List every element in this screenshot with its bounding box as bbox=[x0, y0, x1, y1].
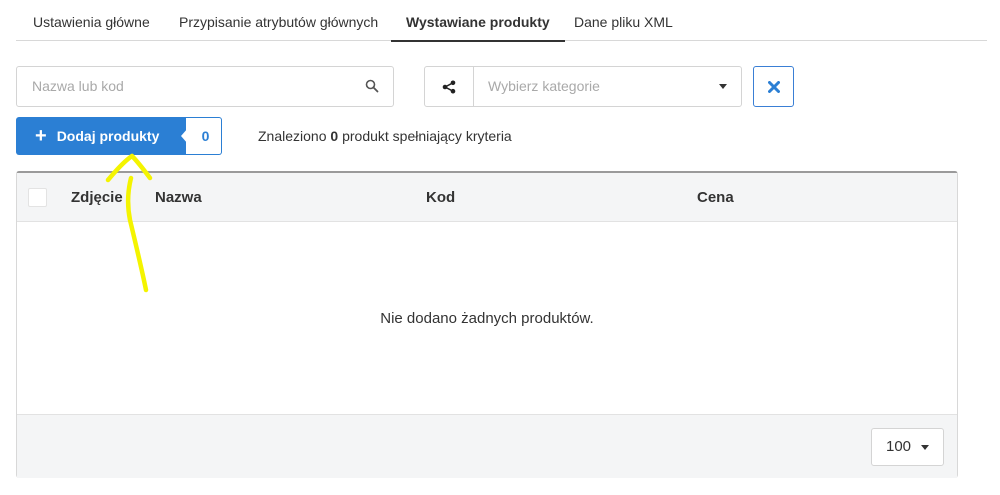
table-footer: 100 bbox=[17, 414, 957, 478]
category-select[interactable]: Wybierz kategorie bbox=[424, 66, 742, 107]
table-header: Zdjęcie Nazwa Kod Cena bbox=[17, 173, 957, 222]
search-icon[interactable] bbox=[365, 79, 379, 93]
results-prefix: Znaleziono bbox=[258, 128, 327, 144]
tab-main-settings[interactable]: Ustawienia główne bbox=[33, 0, 150, 41]
results-suffix: produkt spełniający kryteria bbox=[342, 128, 512, 144]
column-header-name[interactable]: Nazwa bbox=[155, 173, 202, 222]
category-tree-button[interactable] bbox=[425, 67, 474, 106]
products-table: Zdjęcie Nazwa Kod Cena Nie dodano żadnyc… bbox=[16, 171, 958, 478]
plus-icon: + bbox=[35, 125, 47, 147]
chevron-down-icon bbox=[719, 84, 727, 89]
column-header-photo[interactable]: Zdjęcie bbox=[71, 173, 123, 222]
clear-filters-button[interactable] bbox=[753, 66, 794, 107]
results-summary: Znaleziono 0 produkt spełniający kryteri… bbox=[258, 117, 512, 155]
close-icon bbox=[767, 80, 780, 93]
per-page-select[interactable]: 100 bbox=[871, 428, 944, 466]
tab-listed-products-label: Wystawiane produkty bbox=[406, 14, 550, 30]
badge-pointer bbox=[181, 128, 188, 144]
product-count-badge: 0 bbox=[186, 117, 222, 155]
per-page-value: 100 bbox=[886, 438, 912, 455]
results-count: 0 bbox=[330, 128, 339, 144]
search-input[interactable] bbox=[17, 67, 337, 105]
add-products-button[interactable]: + Dodaj produkty bbox=[16, 117, 189, 155]
column-header-price[interactable]: Cena bbox=[697, 173, 734, 222]
share-icon bbox=[442, 80, 456, 93]
tab-attribute-mapping[interactable]: Przypisanie atrybutów głównych bbox=[179, 0, 378, 41]
category-placeholder: Wybierz kategorie bbox=[488, 78, 600, 94]
search-box bbox=[16, 66, 394, 107]
add-products-label: Dodaj produkty bbox=[56, 128, 160, 144]
empty-state-message: Nie dodano żadnych produktów. bbox=[380, 309, 594, 327]
chevron-down-icon bbox=[921, 445, 929, 450]
tab-listed-products[interactable]: Wystawiane produkty bbox=[391, 0, 565, 42]
tab-xml-data[interactable]: Dane pliku XML bbox=[574, 0, 673, 41]
tab-bar: Ustawienia główne Przypisanie atrybutów … bbox=[16, 0, 987, 42]
select-all-checkbox[interactable] bbox=[28, 188, 47, 207]
column-header-code[interactable]: Kod bbox=[426, 173, 455, 222]
